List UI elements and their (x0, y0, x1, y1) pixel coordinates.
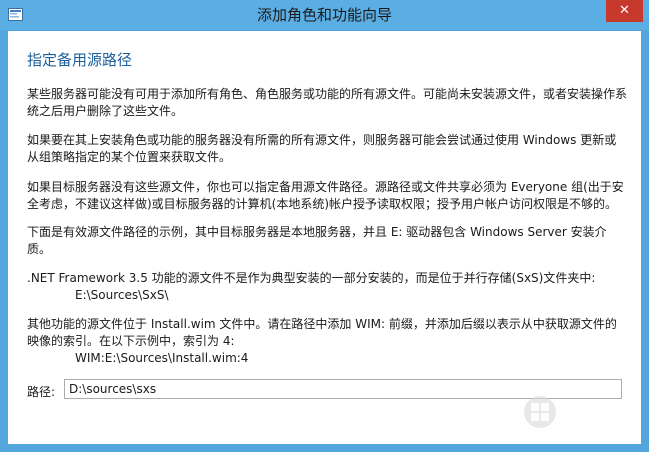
windows-logo-icon (524, 396, 556, 428)
wim-path: WIM:E:\Sources\Install.wim:4 (75, 351, 249, 365)
paragraph-netfx: .NET Framework 3.5 功能的源文件不是作为典型安装的一部分安装的… (27, 270, 627, 304)
wizard-window: 添加角色和功能向导 ✕ 指定备用源路径 某些服务器可能没有可用于添加所有角色、角… (0, 0, 649, 452)
close-button[interactable]: ✕ (606, 0, 643, 22)
wim-text: 其他功能的源文件位于 Install.wim 文件中。请在路径中添加 WIM: … (27, 317, 617, 348)
title-bar[interactable]: 添加角色和功能向导 ✕ (0, 0, 649, 30)
paragraph-wim: 其他功能的源文件位于 Install.wim 文件中。请在路径中添加 WIM: … (27, 316, 627, 367)
dialog-content: 指定备用源路径 某些服务器可能没有可用于添加所有角色、角色服务或功能的所有源文件… (8, 31, 641, 444)
paragraph-missing-files: 某些服务器可能没有可用于添加所有角色、角色服务或功能的所有源文件。可能尚未安装源… (27, 87, 628, 118)
paragraph-alternate-path: 如果目标服务器没有这些源文件，你也可以指定备用源文件路径。源路径或文件共享必须为… (27, 180, 624, 211)
path-label: 路径: (27, 385, 56, 399)
netfx-path: E:\Sources\SxS\ (75, 288, 169, 302)
close-icon: ✕ (619, 3, 630, 18)
paragraph-windows-update: 如果要在其上安装角色或功能的服务器没有所需的所有源文件，则服务器可能会尝试通过使… (27, 133, 617, 164)
page-title: 指定备用源路径 (27, 51, 133, 69)
paragraph-example-intro: 下面是有效源文件路径的示例，其中目标服务器是本地服务器，并且 E: 驱动器包含 … (27, 225, 607, 256)
netfx-text: .NET Framework 3.5 功能的源文件不是作为典型安装的一部分安装的… (27, 271, 596, 285)
window-title: 添加角色和功能向导 (256, 6, 392, 24)
